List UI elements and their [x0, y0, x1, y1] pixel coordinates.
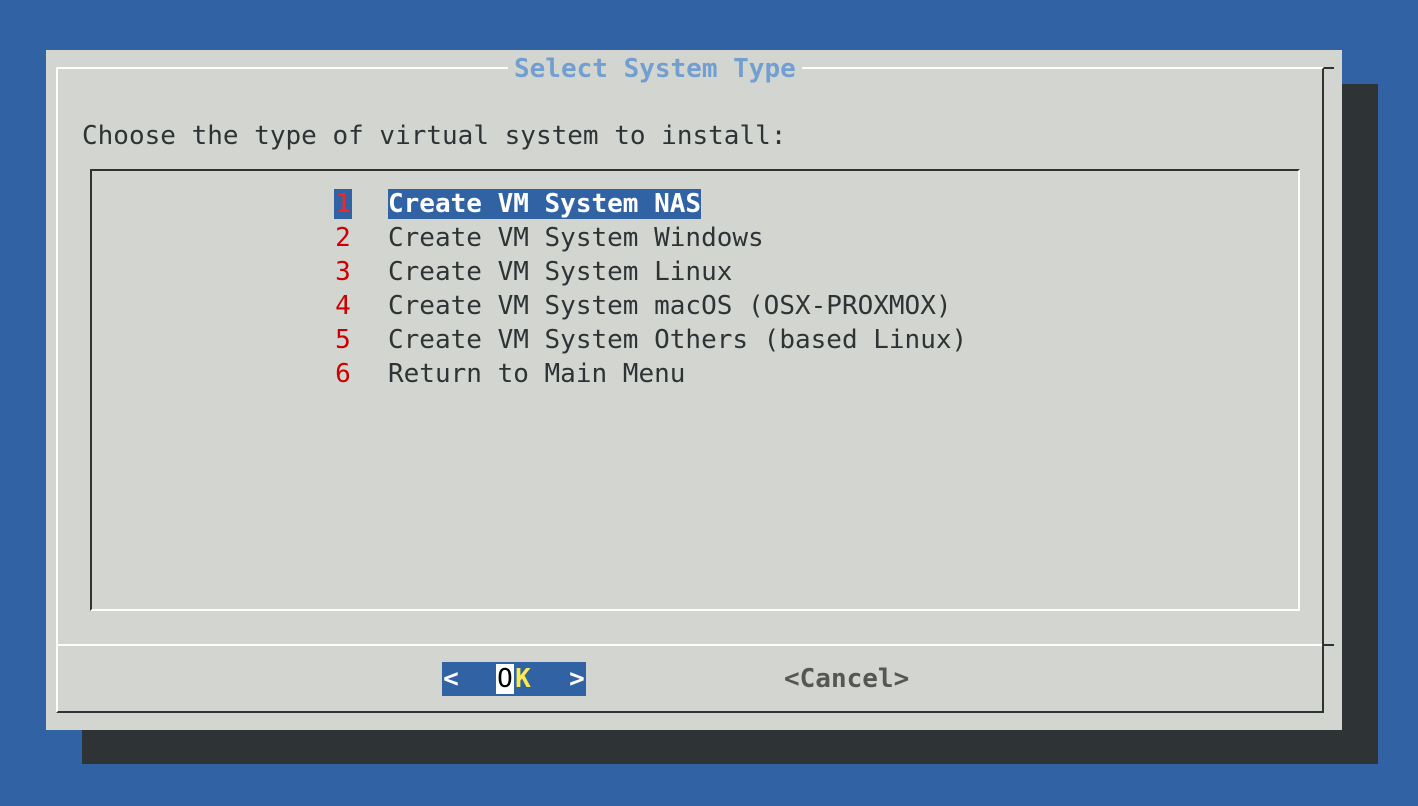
button-separator	[58, 644, 1322, 646]
menu-item-macos[interactable]: 4 Create VM System macOS (OSX-PROXMOX)	[334, 289, 967, 323]
menu-item-windows[interactable]: 2 Create VM System Windows	[334, 221, 967, 255]
menu-item-label: Create VM System Linux	[388, 257, 733, 287]
menu-item-number: 5	[335, 325, 351, 355]
menu-item-others[interactable]: 5 Create VM System Others (based Linux)	[334, 323, 967, 357]
menu-item-number: 1	[334, 189, 352, 219]
ok-button[interactable]: < O K >	[442, 662, 586, 696]
ok-button-left-bracket: <	[443, 664, 459, 694]
select-system-type-dialog: Select System Type Choose the type of vi…	[46, 50, 1342, 730]
menu-item-label: Create VM System macOS (OSX-PROXMOX)	[388, 291, 952, 321]
dialog-title: Select System Type	[508, 54, 802, 84]
menu-item-linux[interactable]: 3 Create VM System Linux	[334, 255, 967, 289]
menu-item-return-main-menu[interactable]: 6 Return to Main Menu	[334, 357, 967, 391]
menu-item-label: Create VM System Others (based Linux)	[388, 325, 968, 355]
ok-button-label-rest: K	[515, 664, 531, 694]
ok-button-right-bracket: >	[569, 664, 585, 694]
menu-item-nas[interactable]: 1 Create VM System NAS	[334, 187, 967, 221]
menu-item-label: Return to Main Menu	[388, 359, 686, 389]
menu-item-label: Create VM System Windows	[388, 223, 764, 253]
menu-item-number: 6	[335, 359, 351, 389]
frame-corner	[1324, 67, 1334, 69]
menu-item-number: 3	[335, 257, 351, 287]
button-separator-edge	[1322, 644, 1334, 646]
menu-item-number: 2	[335, 223, 351, 253]
dialog-prompt: Choose the type of virtual system to ins…	[82, 121, 787, 151]
menu-item-number: 4	[335, 291, 351, 321]
cancel-button[interactable]: <Cancel>	[784, 662, 909, 696]
menu-list: 1 Create VM System NAS 2 Create VM Syste…	[334, 187, 967, 391]
menu-item-label: Create VM System NAS	[388, 189, 702, 219]
ok-button-hotkey: O	[496, 664, 514, 694]
